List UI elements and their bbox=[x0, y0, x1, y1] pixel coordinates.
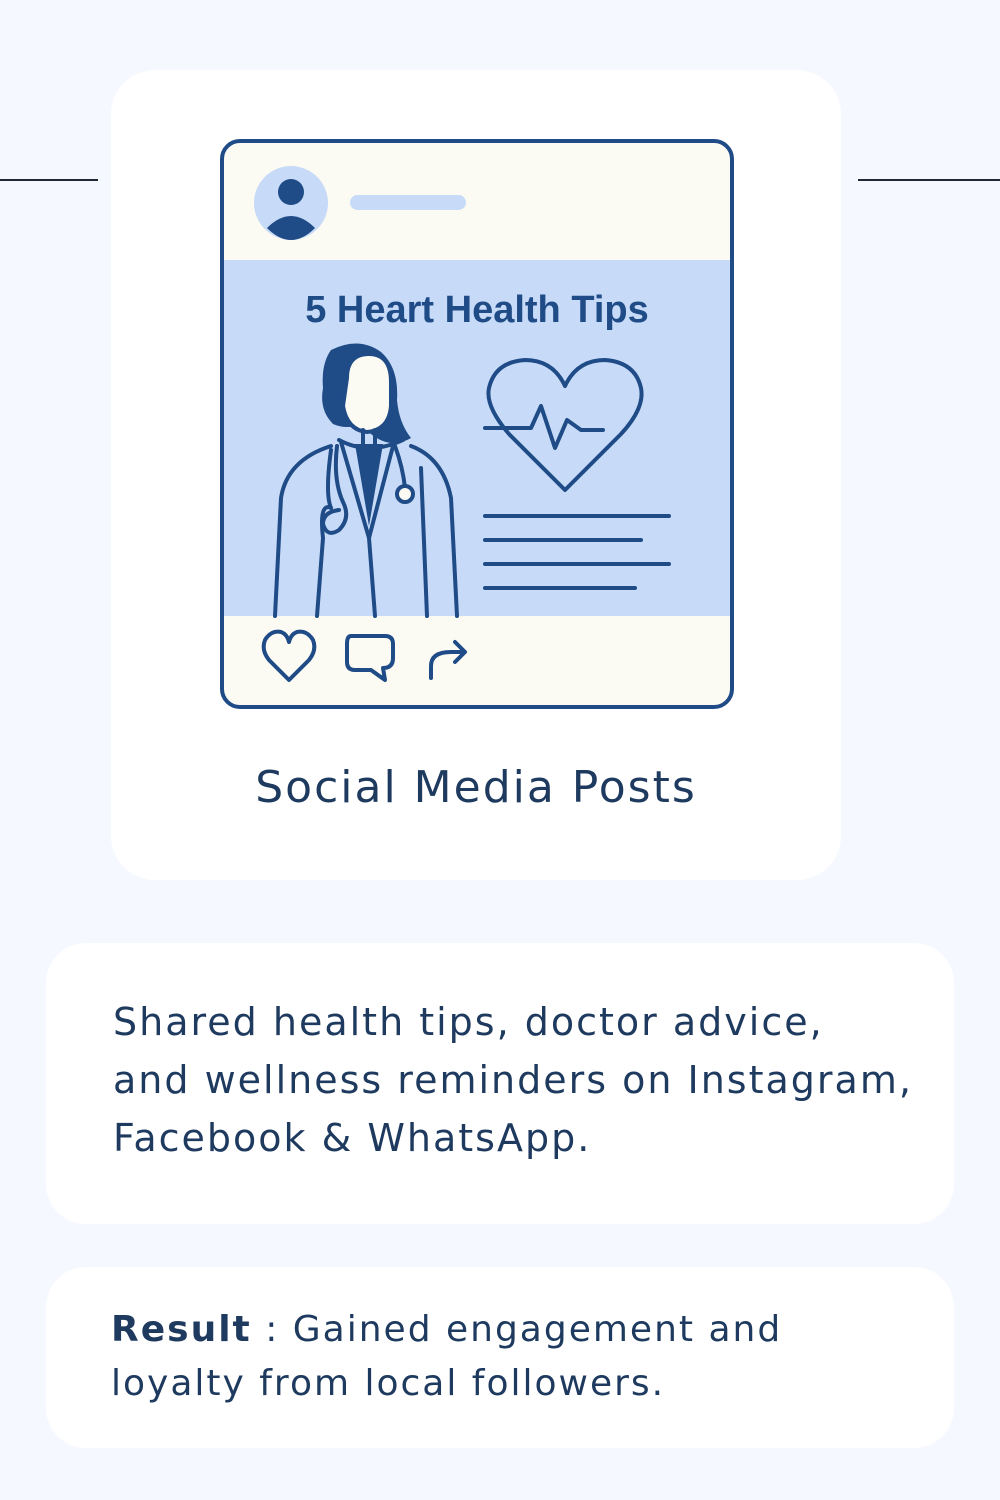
card-title: Social Media Posts bbox=[255, 762, 697, 813]
avatar-icon bbox=[254, 166, 328, 240]
left-divider bbox=[0, 179, 98, 181]
result-separator: : bbox=[251, 1309, 293, 1350]
social-media-posts-card: 5 Heart Health Tips Social Media Posts bbox=[111, 70, 841, 880]
result-text: Result : Gained engagement and loyalty f… bbox=[111, 1303, 911, 1411]
post-headline: 5 Heart Health Tips bbox=[305, 289, 649, 331]
result-card: Result : Gained engagement and loyalty f… bbox=[46, 1267, 954, 1448]
result-label: Result bbox=[111, 1309, 252, 1350]
description-card: Shared health tips, doctor advice, and w… bbox=[46, 943, 954, 1224]
right-divider bbox=[858, 179, 1000, 181]
description-text: Shared health tips, doctor advice, and w… bbox=[113, 1000, 913, 1160]
username-placeholder bbox=[350, 195, 466, 210]
social-post-illustration: 5 Heart Health Tips bbox=[220, 139, 734, 709]
